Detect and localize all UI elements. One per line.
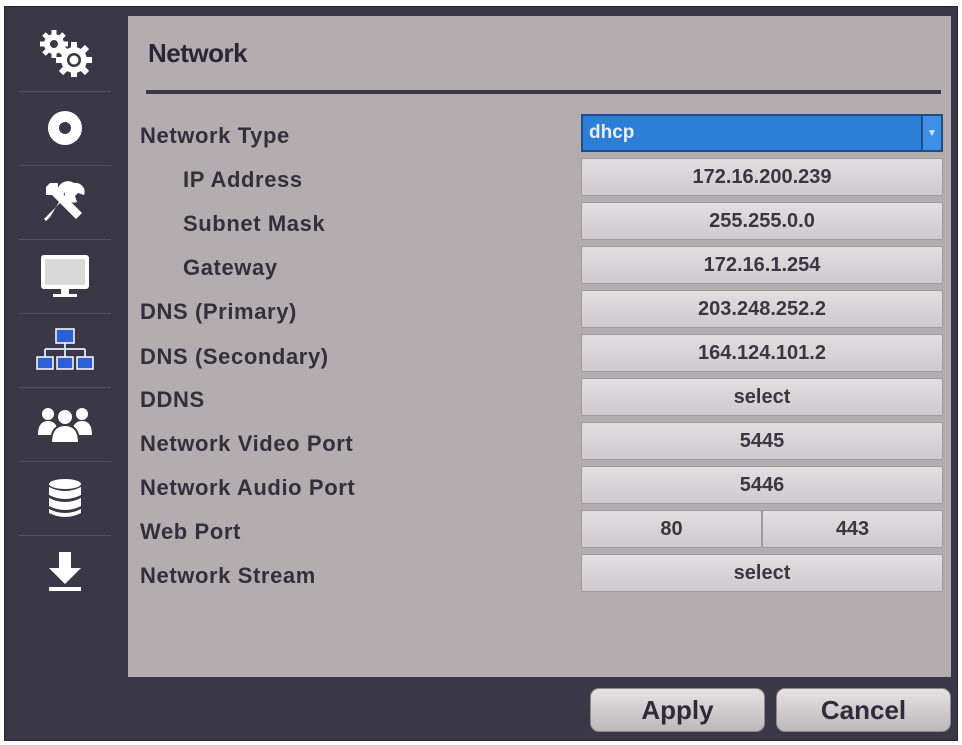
database-icon xyxy=(49,478,81,517)
dns-primary-field[interactable]: 203.248.252.2 xyxy=(581,290,943,328)
label-subnet-mask: Subnet Mask xyxy=(183,211,326,236)
label-web-port: Web Port xyxy=(140,519,241,544)
gateway-field[interactable]: 172.16.1.254 xyxy=(581,246,943,284)
label-ip-address: IP Address xyxy=(183,167,303,192)
gears-icon xyxy=(40,29,92,77)
sidebar-item-backup[interactable] xyxy=(15,535,115,608)
label-network-audio-port: Network Audio Port xyxy=(140,475,356,500)
sidebar-item-setup[interactable] xyxy=(15,165,115,238)
label-dns-secondary: DNS (Secondary) xyxy=(140,344,329,369)
sidebar-item-display[interactable] xyxy=(15,239,115,312)
cancel-button[interactable]: Cancel xyxy=(776,688,951,732)
ip-address-field[interactable]: 172.16.200.239 xyxy=(581,158,943,196)
sidebar-item-system[interactable] xyxy=(15,15,115,88)
settings-panel: Network Network Type IP Address Subnet M… xyxy=(128,16,951,677)
apply-button[interactable]: Apply xyxy=(590,688,765,732)
network-type-dropdown[interactable]: dhcp ▼ xyxy=(581,114,943,152)
label-network-type: Network Type xyxy=(140,123,290,148)
sidebar-item-storage[interactable] xyxy=(15,461,115,534)
page-title: Network xyxy=(148,38,248,68)
chevron-down-icon[interactable]: ▼ xyxy=(921,116,941,150)
network-audio-port-field[interactable]: 5446 xyxy=(581,466,943,504)
label-dns-primary: DNS (Primary) xyxy=(140,299,297,324)
network-stream-select-button[interactable]: select xyxy=(581,554,943,592)
sidebar-item-users[interactable] xyxy=(15,387,115,460)
label-gateway: Gateway xyxy=(183,255,278,280)
web-port-http-field[interactable]: 80 xyxy=(581,510,762,548)
sidebar xyxy=(5,7,123,607)
disc-icon xyxy=(48,110,82,145)
dialog-frame: Network Network Type IP Address Subnet M… xyxy=(4,6,958,741)
title-divider xyxy=(146,90,941,94)
monitor-icon xyxy=(41,254,89,297)
network-type-value: dhcp xyxy=(589,122,635,143)
subnet-mask-field[interactable]: 255.255.0.0 xyxy=(581,202,943,240)
sidebar-item-record[interactable] xyxy=(15,91,115,164)
network-video-port-field[interactable]: 5445 xyxy=(581,422,943,460)
tools-icon xyxy=(44,180,85,221)
web-port-https-field[interactable]: 443 xyxy=(762,510,943,548)
download-icon xyxy=(49,551,81,591)
dns-secondary-field[interactable]: 164.124.101.2 xyxy=(581,334,943,372)
ddns-select-button[interactable]: select xyxy=(581,378,943,416)
label-network-stream: Network Stream xyxy=(140,563,316,588)
sidebar-item-network[interactable] xyxy=(15,313,115,386)
label-network-video-port: Network Video Port xyxy=(140,431,354,456)
label-ddns: DDNS xyxy=(140,387,205,412)
network-icon xyxy=(36,327,94,370)
users-icon xyxy=(38,407,92,444)
